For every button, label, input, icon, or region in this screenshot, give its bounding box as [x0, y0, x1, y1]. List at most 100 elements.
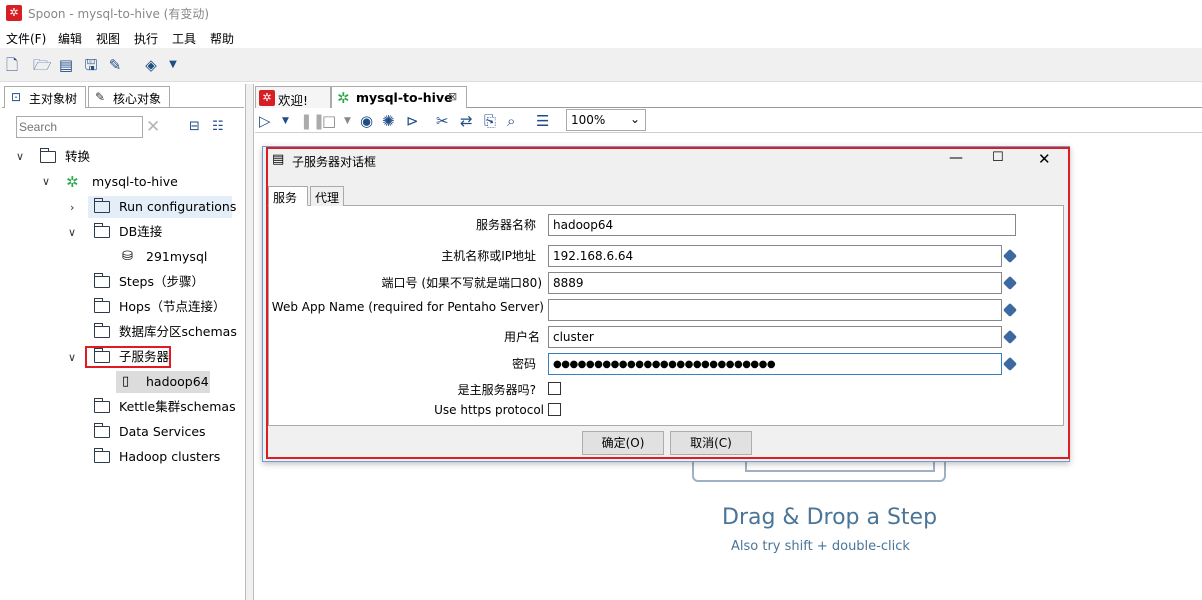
maximize-button[interactable]: ☐ — [992, 150, 1004, 165]
stop-options-chevron-icon[interactable]: ▼ — [344, 112, 351, 130]
canvas-hint: Drag & Drop a Step — [722, 505, 938, 530]
transform-icon: ✲ — [337, 89, 350, 107]
user-input[interactable]: cluster — [548, 326, 1002, 348]
sql-icon[interactable]: ⎘ — [484, 112, 496, 130]
master-checkbox[interactable] — [548, 382, 561, 395]
tree-item-label: DB连接 — [119, 224, 163, 239]
show-results-icon[interactable]: ☰ — [536, 112, 549, 130]
chevron-down-icon[interactable]: ∨ — [68, 226, 76, 239]
debug-icon[interactable]: ✺ — [382, 112, 395, 130]
perspective-icon[interactable]: ◈ — [142, 56, 160, 74]
tree-item-db-connection[interactable]: ⛁ 291mysql — [118, 246, 232, 268]
impact-icon[interactable]: ⇄ — [460, 112, 473, 130]
tree-item-label: 转换 — [65, 149, 91, 164]
left-tab-bar: ⊡ 主对象树 ✎ 核心对象 — [2, 86, 244, 108]
clear-search-icon[interactable]: ✕ — [146, 117, 160, 137]
chevron-down-icon[interactable]: ∨ — [16, 146, 24, 168]
menu-tools[interactable]: 工具 — [172, 30, 196, 47]
password-value: ●●●●●●●●●●●●●●●●●●●●●●●●●●● — [553, 359, 776, 370]
preview-icon[interactable]: ◉ — [360, 112, 373, 130]
stop-icon[interactable]: □ — [322, 112, 336, 130]
collapse-tree-icon[interactable]: ⊟ — [189, 119, 200, 134]
tree-search-input[interactable] — [16, 116, 143, 138]
close-tab-icon[interactable]: ⊠ — [448, 90, 457, 103]
open-file-icon[interactable]: 🗁 — [33, 56, 52, 74]
tab-welcome[interactable]: ✲ 欢迎! — [255, 86, 331, 108]
close-button[interactable]: ✕ — [1038, 150, 1051, 168]
run-options-chevron-icon[interactable]: ▼ — [282, 112, 289, 130]
tab-service-label: 服务 — [273, 191, 298, 205]
minimize-button[interactable]: — — [949, 150, 963, 166]
tab-service[interactable]: 服务 — [268, 186, 308, 206]
tab-core-objects[interactable]: ✎ 核心对象 — [88, 86, 170, 108]
run-icon[interactable]: ▷ — [259, 112, 271, 130]
tree-search-icon: ⊡ — [11, 90, 22, 104]
window-title: Spoon - mysql-to-hive (有变动) — [28, 7, 210, 21]
editor-tab-strip: ✲ 欢迎! ✲ mysql-to-hive ⊠ — [255, 85, 1202, 108]
panel-splitter[interactable] — [246, 84, 254, 600]
save-icon[interactable]: 🖫 — [82, 56, 100, 74]
tree-item-run-configurations[interactable]: Run configurations — [88, 196, 236, 218]
tree-item-db-connections[interactable]: DB连接 — [88, 221, 232, 243]
cancel-button[interactable]: 取消(C) — [670, 431, 752, 455]
menu-help[interactable]: 帮助 — [210, 30, 234, 47]
tree-item-data-services[interactable]: Data Services — [88, 421, 232, 443]
canvas-subhint: Also try shift + double-click — [731, 539, 910, 554]
tab-mysql-to-hive[interactable]: ✲ mysql-to-hive ⊠ — [331, 86, 467, 108]
explore-repository-icon[interactable]: ▤ — [57, 56, 75, 74]
zoom-select[interactable]: 100% ⌄ — [566, 109, 646, 131]
port-value: 8889 — [553, 276, 584, 290]
folder-icon — [93, 423, 110, 438]
tree-item-steps[interactable]: Steps（步骤） — [88, 271, 232, 293]
save-as-icon[interactable]: ✎ — [106, 56, 124, 74]
verify-icon[interactable]: ✂ — [436, 112, 449, 130]
menu-view[interactable]: 视图 — [96, 30, 120, 47]
webapp-input[interactable] — [548, 299, 1002, 321]
expand-tree-icon[interactable]: ☷ — [212, 119, 224, 134]
tab-mysql-to-hive-label: mysql-to-hive — [356, 90, 453, 105]
menu-file[interactable]: 文件(F) — [6, 30, 46, 47]
tree-item-transform[interactable]: ∨ ✲ mysql-to-hive — [10, 171, 240, 193]
ok-button[interactable]: 确定(O) — [582, 431, 664, 455]
https-checkbox[interactable] — [548, 403, 561, 416]
transform-icon: ✲ — [66, 173, 79, 191]
canvas-toolbar: ▷ ▼ ❚❚ □ ▼ ◉ ✺ ⊳ ✂ ⇄ ⎘ ⌕ ☰ — [255, 109, 1202, 133]
host-value: 192.168.6.64 — [553, 249, 634, 263]
tab-main-tree[interactable]: ⊡ 主对象树 — [4, 86, 86, 108]
server-name-label: 服务器名称 — [475, 218, 536, 232]
tree-item-hops[interactable]: Hops（节点连接） — [88, 296, 232, 318]
password-label: 密码 — [511, 357, 536, 371]
chevron-down-icon[interactable]: ∨ — [68, 351, 76, 364]
tree-item-slave-server[interactable]: ▯ hadoop64 — [116, 371, 210, 393]
tree-item-cluster-schemas[interactable]: Kettle集群schemas — [88, 396, 236, 418]
chevron-right-icon[interactable]: › — [70, 201, 74, 214]
cancel-button-label: 取消(C) — [690, 436, 732, 450]
tab-main-tree-label: 主对象树 — [29, 92, 78, 106]
host-input[interactable]: 192.168.6.64 — [548, 245, 1002, 267]
menu-run[interactable]: 执行 — [134, 30, 158, 47]
folder-icon — [93, 198, 110, 213]
replay-icon[interactable]: ⊳ — [406, 112, 419, 130]
server-icon: ▤ — [272, 152, 285, 167]
server-name-value: hadoop64 — [553, 218, 614, 232]
explore-db-icon[interactable]: ⌕ — [507, 112, 515, 130]
port-input[interactable]: 8889 — [548, 272, 1002, 294]
tree-item-partition-schemas[interactable]: 数据库分区schemas — [88, 321, 237, 343]
https-label: Use https protocol — [434, 403, 544, 417]
menu-edit[interactable]: 编辑 — [58, 30, 82, 47]
folder-icon — [93, 323, 110, 338]
password-input[interactable]: ●●●●●●●●●●●●●●●●●●●●●●●●●●● — [548, 353, 1002, 375]
folder-icon — [39, 148, 56, 163]
tree-item-slave-servers[interactable]: 子服务器 — [85, 346, 171, 368]
chevron-down-icon[interactable]: ▼ — [164, 56, 182, 74]
chevron-down-icon[interactable]: ∨ — [42, 171, 50, 193]
user-label: 用户名 — [503, 330, 540, 344]
tree-item-hadoop-clusters[interactable]: Hadoop clusters — [88, 446, 232, 468]
tab-proxy[interactable]: 代理 — [310, 186, 344, 206]
folder-icon — [93, 298, 110, 313]
server-name-input[interactable]: hadoop64 — [548, 214, 1016, 236]
new-file-icon[interactable]: 🗋 — [3, 56, 21, 74]
folder-icon — [93, 273, 110, 288]
tree-item-transformations[interactable]: ∨ 转换 — [10, 146, 240, 168]
dialog-title: 子服务器对话框 — [292, 155, 377, 169]
